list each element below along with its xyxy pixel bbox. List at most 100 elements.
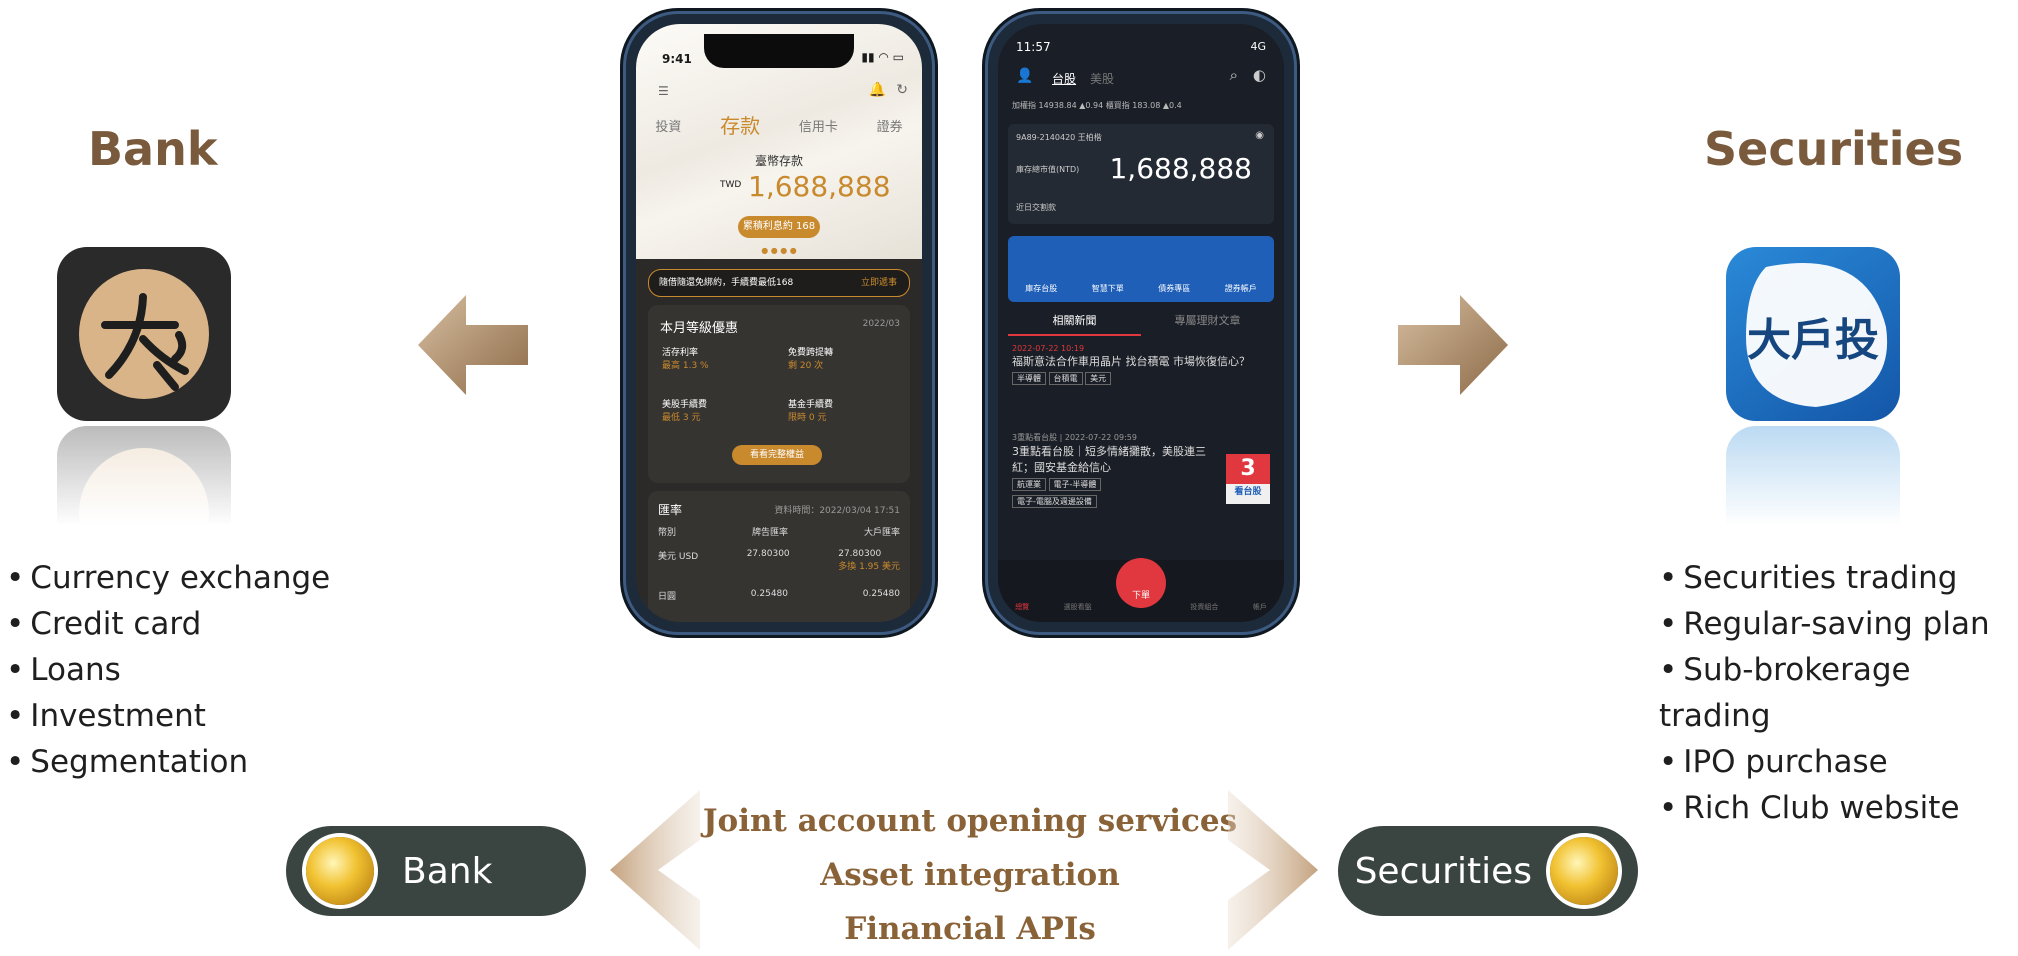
securities-feature: Sub-brokerage trading	[1659, 647, 2018, 739]
deposit-balance[interactable]: 1,688,888	[748, 170, 891, 203]
status-time: 9:41	[662, 52, 692, 66]
fx-title: 匯率	[658, 503, 683, 517]
tab-credit-card[interactable]: 信用卡	[799, 116, 838, 139]
tab-tw-stocks[interactable]: 台股	[1052, 70, 1076, 87]
securities-pill[interactable]: Securities	[1338, 826, 1638, 916]
securities-title: Securities	[1704, 122, 1964, 176]
tab-news[interactable]: 相關新聞	[1008, 312, 1141, 336]
news-badge: 3 看台股	[1226, 454, 1270, 504]
fx-header: 幣別 牌告匯率 大戶匯率	[658, 528, 900, 538]
bank-feature: Loans	[6, 647, 330, 693]
tab-invest[interactable]: 投資	[655, 116, 681, 139]
bank-phone-mockup: 9:41 ▮▮ ◠ ▭ ☰ 🔔 ↻ 投資 存款 信用卡 證券 臺幣存款 TWD …	[626, 14, 932, 632]
news-tabs: 相關新聞 專屬理財文章	[1008, 312, 1274, 336]
news-item[interactable]: 3重點看台股 | 2022-07-22 09:59 3重點看台股｜短多情緒攤散，…	[1012, 432, 1224, 508]
perk-item: 免費跨提轉剩 20 次	[788, 348, 834, 371]
settlement-label: 近日交割款	[1016, 203, 1056, 212]
nav-watchlist[interactable]: 選股看盤	[1064, 602, 1092, 612]
fx-card: 匯率 資料時間：2022/03/04 17:51 幣別 牌告匯率 大戶匯率 美元 U…	[648, 491, 910, 622]
action-inventory[interactable]: 庫存台股	[1025, 283, 1057, 294]
action-smart-order[interactable]: 智慧下單	[1092, 283, 1124, 294]
perks-button[interactable]: 看看完整權益	[732, 445, 822, 465]
action-bonds[interactable]: 債券專區	[1158, 283, 1190, 294]
service-line: Joint account opening services	[702, 803, 1238, 839]
securities-logo-icon: 大戶投	[1746, 263, 1888, 407]
bank-tabs: 投資 存款 信用卡 證券	[636, 114, 922, 139]
securities-feature: IPO purchase	[1659, 739, 2018, 785]
page-dots: ● ● ● ●	[761, 246, 797, 255]
securities-icon-reflection	[1726, 426, 1900, 526]
bank-pill[interactable]: Bank	[286, 826, 586, 916]
perks-card: 本月等級優惠 2022/03 活存利率 最高 1.3 % 免費跨提轉剩 20 次 …	[648, 305, 910, 483]
order-button[interactable]: 下單	[1116, 558, 1166, 608]
left-chevron-icon	[610, 790, 700, 950]
perks-date: 2022/03	[862, 319, 900, 329]
bank-feature: Credit card	[6, 601, 330, 647]
perk-item: 基金手續費 限時 0 元	[788, 400, 834, 423]
bank-title: Bank	[88, 122, 218, 176]
nav-portfolio[interactable]: 投資組合	[1190, 602, 1218, 612]
support-icon[interactable]: ↻	[896, 82, 908, 98]
account-card: 9A89-2140420 王柏楷 ◉ 庫存總市值(NTD) 1,688,888 …	[1008, 124, 1274, 224]
interest-pill[interactable]: 累積利息約 168	[738, 216, 820, 238]
bank-feature: Currency exchange	[6, 555, 330, 601]
bank-icon-reflection	[57, 426, 231, 526]
status-icons: ▮▮ ◠ ▭	[861, 50, 904, 64]
profile-icon[interactable]: 👤	[1016, 68, 1033, 84]
right-chevron-icon	[1228, 790, 1318, 950]
search-icon[interactable]: ⌕	[1230, 66, 1238, 84]
svg-text:大戶投: 大戶投	[1747, 315, 1879, 366]
fx-time: 資料時間：2022/03/04 17:51	[774, 506, 900, 516]
securities-app-icon[interactable]: 大戶投	[1726, 247, 1900, 421]
bank-app-icon[interactable]	[57, 247, 231, 421]
balance-label: 臺幣存款	[754, 154, 803, 168]
eye-icon[interactable]: ◉	[1255, 130, 1264, 141]
index-ticker: 加權指 14938.84 ▲0.94 櫃買指 183.08 ▲0.4	[1012, 101, 1182, 110]
news-item[interactable]: 2022-07-22 10:19 福斯意法合作車用晶片 找台積電 市場恢復信心？…	[1012, 344, 1270, 385]
promo-text: 隨借隨還免綁約，手續費最低168	[659, 278, 794, 288]
bank-logo-icon	[79, 269, 209, 399]
bank-feature: Investment	[6, 693, 330, 739]
menu-icon[interactable]: ☰	[658, 84, 669, 98]
fx-row[interactable]: 日圓 0.25480 0.25480	[658, 589, 900, 602]
bank-content: 隨借隨還免綁約，手續費最低168 立即遞事 本月等級優惠 2022/03 活存利…	[636, 259, 922, 622]
account-id: 9A89-2140420 王柏楷	[1016, 133, 1102, 142]
quick-actions: 庫存台股 智慧下單 債券專區 證券帳戶	[1008, 236, 1274, 302]
tab-deposit[interactable]: 存款	[720, 110, 760, 139]
phone-notch	[704, 34, 854, 68]
tab-us-stocks[interactable]: 美股	[1090, 70, 1114, 87]
currency-code: TWD	[720, 180, 742, 190]
portfolio-value[interactable]: 1,688,888	[1109, 152, 1252, 185]
bank-pill-label: Bank	[402, 850, 493, 892]
bank-feature: Segmentation	[6, 739, 330, 785]
securities-phone-mockup: 11:57 4G 👤 台股 美股 ⌕ ◐ 加權指 14938.84 ▲0.94 …	[988, 14, 1294, 632]
nav-overview[interactable]: 總覽	[1015, 602, 1029, 612]
tab-securities[interactable]: 證券	[877, 116, 903, 139]
action-account[interactable]: 證券帳戶	[1225, 283, 1257, 294]
perk-item: 美股手續費 最低 3 元	[662, 400, 708, 423]
left-arrow-icon	[418, 295, 528, 395]
right-arrow-icon	[1398, 295, 1508, 395]
value-label: 庫存總市值(NTD)	[1016, 165, 1080, 174]
promo-cta[interactable]: 立即遞事	[861, 270, 897, 296]
headset-icon[interactable]: ◐	[1253, 66, 1266, 84]
securities-pill-label: Securities	[1354, 850, 1532, 892]
tab-articles[interactable]: 專屬理財文章	[1141, 312, 1274, 336]
bank-feature-list: Currency exchange Credit card Loans Inve…	[6, 555, 330, 785]
gold-coin-icon	[306, 837, 374, 905]
securities-feature-list: Securities trading Regular-saving plan S…	[1659, 555, 2018, 831]
securities-feature: Rich Club website	[1659, 785, 2018, 831]
securities-phone-screen: 11:57 4G 👤 台股 美股 ⌕ ◐ 加權指 14938.84 ▲0.94 …	[998, 24, 1284, 622]
securities-feature: Securities trading	[1659, 555, 2018, 601]
status-signal: 4G	[1250, 40, 1266, 53]
bank-phone-screen: 9:41 ▮▮ ◠ ▭ ☰ 🔔 ↻ 投資 存款 信用卡 證券 臺幣存款 TWD …	[636, 24, 922, 622]
center-services: Joint account opening services Asset int…	[700, 794, 1240, 956]
promo-banner[interactable]: 隨借隨還免綁約，手續費最低168 立即遞事	[648, 269, 910, 297]
perk-item: 活存利率 最高 1.3 %	[662, 348, 709, 371]
nav-account[interactable]: 帳戶	[1253, 602, 1267, 612]
gold-coin-icon	[1550, 837, 1618, 905]
bell-icon[interactable]: 🔔	[869, 82, 886, 98]
fx-row[interactable]: 美元 USD 27.80300 27.80300 多換 1.95 美元	[658, 549, 900, 572]
status-time: 11:57	[1016, 40, 1051, 54]
service-line: Financial APIs	[844, 911, 1096, 947]
